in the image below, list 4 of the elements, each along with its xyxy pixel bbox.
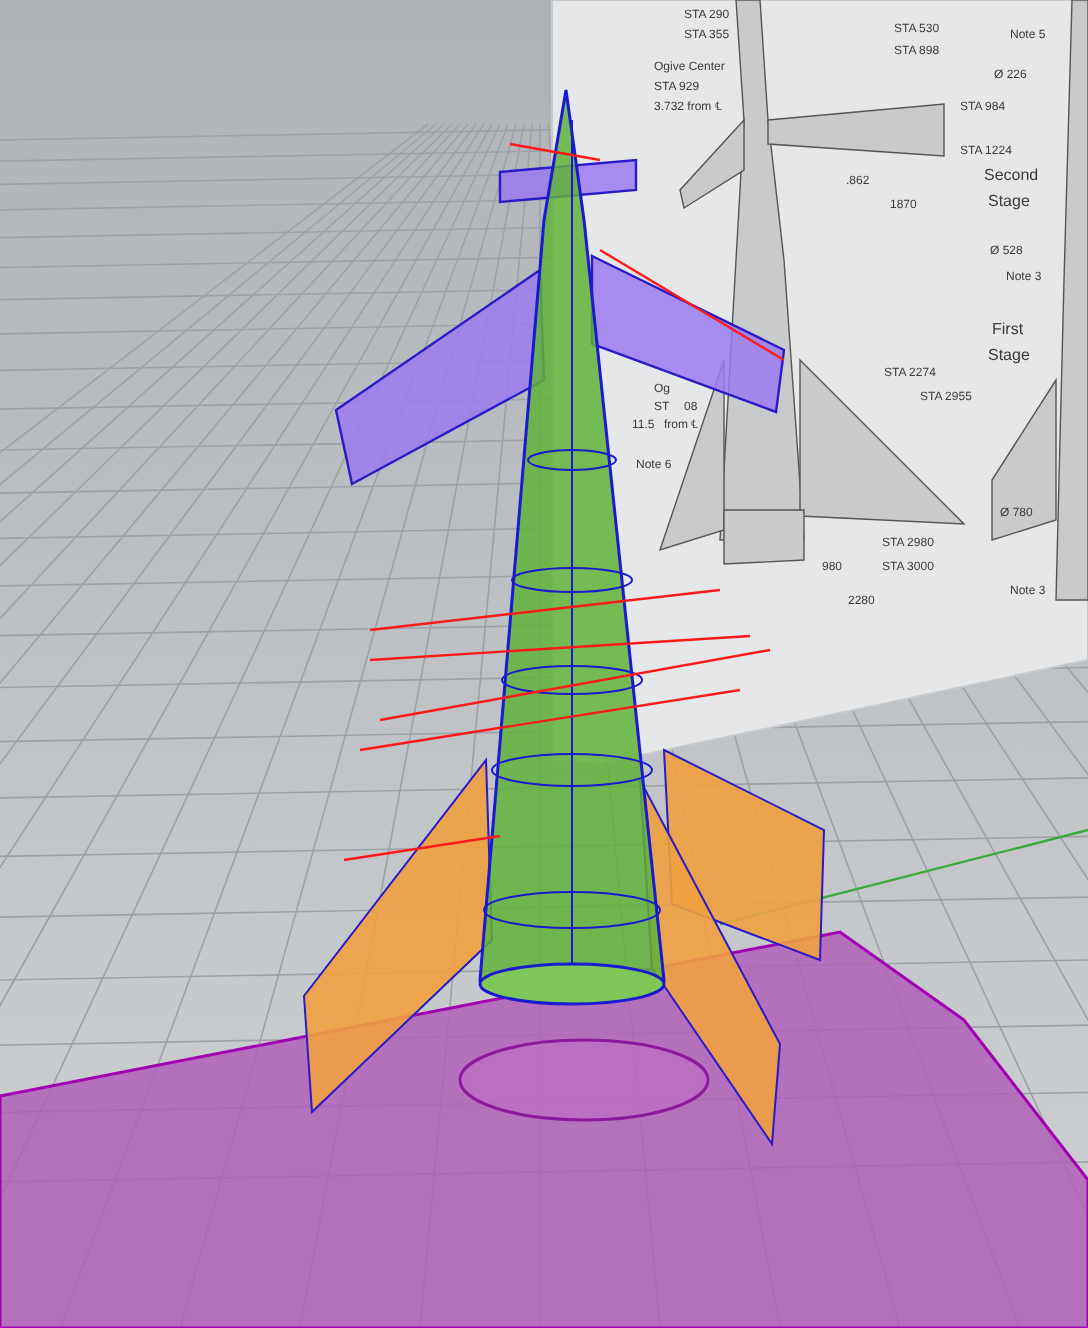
drawing-label: Second bbox=[984, 166, 1039, 184]
drawing-label: Stage bbox=[988, 346, 1030, 364]
drawing-label: First bbox=[992, 320, 1024, 338]
drawing-label: Stage bbox=[988, 192, 1030, 210]
